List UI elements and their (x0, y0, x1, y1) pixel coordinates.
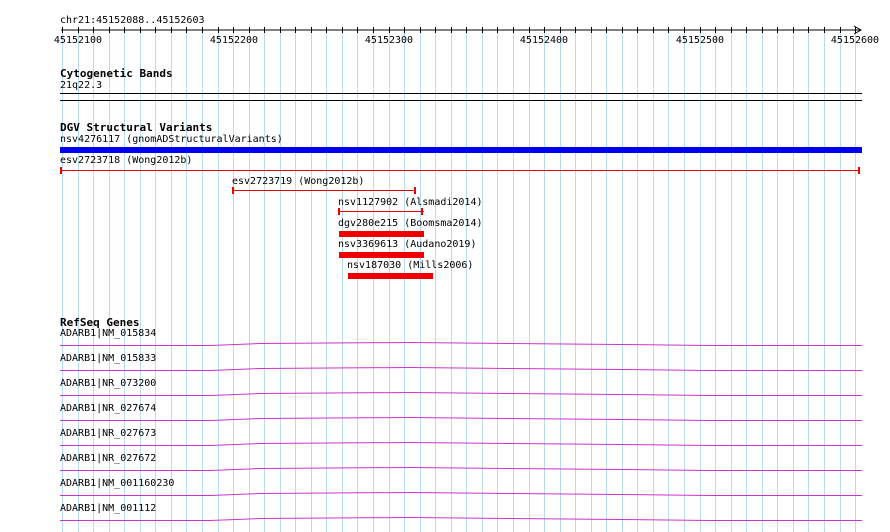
feature-bar[interactable] (339, 211, 424, 212)
position-label: chr21:45152088..45152603 (60, 15, 205, 26)
feature-bar[interactable] (339, 252, 424, 258)
feature-label[interactable]: nsv4276117 (gnomADStructuralVariants) (60, 134, 283, 146)
dgv-track-title: DGV Structural Variants (60, 121, 213, 134)
feature-bar[interactable] (233, 190, 416, 191)
ruler-tick-label: 45152300 (364, 35, 414, 46)
ruler-tick-label: 45152200 (209, 35, 259, 46)
ruler-tick-label: 45152500 (675, 35, 725, 46)
feature-bar[interactable] (60, 147, 862, 153)
gene-label[interactable]: ADARB1|NR_027672 (60, 453, 156, 465)
feature-end-cap (858, 167, 860, 174)
feature-end-cap (232, 187, 234, 194)
gene-label[interactable]: ADARB1|NM_001112 (60, 503, 156, 515)
gene-label[interactable]: ADARB1|NM_001160230 (60, 478, 174, 490)
feature-end-cap (60, 167, 62, 174)
gene-label[interactable]: ADARB1|NR_073200 (60, 378, 156, 390)
feature-end-cap (338, 208, 340, 215)
cytoband-label[interactable]: 21q22.3 (60, 80, 102, 92)
feature-label[interactable]: dgv280e215 (Boomsma2014) (338, 218, 483, 230)
ruler-tick-label: 45152100 (53, 35, 103, 46)
feature-label[interactable]: nsv1127902 (Alsmadi2014) (338, 197, 483, 209)
cytoband-track-title: Cytogenetic Bands (60, 67, 173, 80)
feature-label[interactable]: esv2723718 (Wong2012b) (60, 155, 192, 167)
ruler-tick-label: 45152400 (519, 35, 569, 46)
feature-bar[interactable] (61, 170, 860, 171)
feature-end-cap (421, 208, 423, 215)
feature-label[interactable]: nsv187030 (Mills2006) (347, 260, 473, 272)
gene-label[interactable]: ADARB1|NM_015833 (60, 353, 156, 365)
feature-label[interactable]: esv2723719 (Wong2012b) (232, 176, 364, 188)
feature-bar[interactable] (339, 231, 424, 237)
gene-label[interactable]: ADARB1|NM_015834 (60, 328, 156, 340)
ruler-tick-label: 45152600 (830, 35, 880, 46)
feature-end-cap (414, 187, 416, 194)
gene-label[interactable]: ADARB1|NR_027673 (60, 428, 156, 440)
gene-label[interactable]: ADARB1|NR_027674 (60, 403, 156, 415)
feature-label[interactable]: nsv3369613 (Audano2019) (338, 239, 476, 251)
feature-bar[interactable] (348, 273, 433, 279)
